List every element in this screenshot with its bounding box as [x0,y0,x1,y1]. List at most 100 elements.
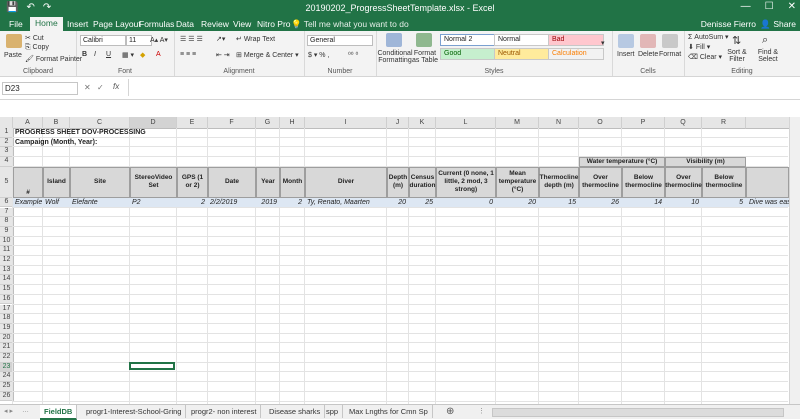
fill-color-icon[interactable]: ◆ [140,51,145,59]
horizontal-scrollbar[interactable] [492,408,784,417]
delete-cells-button[interactable]: Delete [638,51,658,58]
cut-button[interactable]: ✂ Cut [25,34,44,42]
paste-button[interactable]: Paste [4,52,22,59]
number-group: General $ ▾ % , ⁰⁰ ⁰ Number [304,31,377,76]
sheet-tab-progr2[interactable]: progr2- non interest [187,405,262,418]
style-bad[interactable]: Bad [548,34,604,46]
delete-cells-icon[interactable] [640,34,656,48]
align-top-icon[interactable]: ☰ ☰ ☰ [180,35,203,43]
sheet-nav-icon[interactable]: ◂ ▸ [4,407,13,415]
italic-button[interactable]: I [94,51,96,58]
sheet-tab-progr1[interactable]: progr1-Interest-School-Gring [82,405,187,418]
format-as-table-icon[interactable] [416,33,432,47]
campaign-label: Campaign (Month, Year): [15,138,98,146]
autosum-button[interactable]: Σ AutoSum ▾ [688,33,729,41]
style-normal[interactable]: Normal [494,34,550,46]
currency-icon[interactable]: $ ▾ % , [308,51,329,59]
column-header[interactable]: C [70,117,130,129]
column-header[interactable]: J [387,117,409,129]
font-size-select[interactable]: 11 [126,35,152,46]
number-format-select[interactable]: General [307,35,373,46]
column-header[interactable]: K [409,117,436,129]
style-normal2[interactable]: Normal 2 [440,34,496,46]
column-title: Current (0 none, 1 little, 2 mod, 3 stro… [436,166,496,198]
column-header[interactable]: N [539,117,579,129]
formula-input[interactable] [128,79,799,96]
column-title: Year [256,166,280,198]
tell-me-box[interactable]: 💡 Tell me what you want to do [291,19,409,30]
maximize-icon[interactable]: ☐ [765,1,774,12]
tab-nitro-pro[interactable]: Nitro Pro [252,18,296,30]
column-header[interactable]: H [280,117,305,129]
enter-icon[interactable]: ✓ [97,83,104,92]
paste-icon[interactable] [6,34,22,48]
align-left-icon[interactable]: ≡ ≡ ≡ [180,51,196,58]
find-select-icon[interactable]: ⌕ [762,34,768,47]
decimal-icon[interactable]: ⁰⁰ ⁰ [348,51,358,59]
font-name-select[interactable]: Calibri [80,35,126,46]
name-box[interactable]: D23 [2,82,78,95]
copy-button[interactable]: ⎘ Copy [25,44,49,52]
fill-button[interactable]: ⬇ Fill ▾ [688,43,710,51]
column-header[interactable]: L [436,117,496,129]
merge-center-button[interactable]: ⊞ Merge & Center ▾ [236,51,299,59]
column-title: Diver [305,166,387,198]
sheet-more-icon[interactable]: … [22,407,29,414]
sheet-tab-spp[interactable]: spp [322,405,344,418]
find-select-button[interactable]: Find & Select [752,49,784,63]
vertical-scrollbar[interactable] [789,117,800,404]
tab-data[interactable]: Data [171,18,199,30]
example-cell: 10 [691,198,699,206]
column-header[interactable]: A [13,117,43,129]
orientation-icon[interactable]: ↗▾ [216,35,225,43]
close-icon[interactable]: ✕ [788,1,796,12]
font-color-icon[interactable]: A [156,51,161,58]
format-cells-icon[interactable] [662,34,678,48]
function-icon[interactable]: fx [113,82,119,91]
column-header[interactable]: D [130,117,177,129]
format-cells-button[interactable]: Format [659,51,681,58]
autosum-label: AutoSum [694,34,724,41]
column-header[interactable]: O [579,117,622,129]
wrap-text-button[interactable]: ↵ Wrap Text [236,35,275,43]
column-header[interactable]: Q [665,117,702,129]
styles-more-icon[interactable]: ▾ [601,39,605,47]
add-sheet-icon[interactable]: ⊕ [446,406,454,417]
share-button[interactable]: 👤 Share [760,19,796,30]
tab-file[interactable]: File [4,18,28,30]
column-header[interactable]: G [256,117,280,129]
column-header[interactable]: R [702,117,746,129]
column-header[interactable]: I [305,117,387,129]
column-header[interactable]: B [43,117,70,129]
bold-button[interactable]: B [82,51,87,58]
sort-filter-icon[interactable]: ⇅ [732,34,741,47]
minimize-icon[interactable]: — [741,1,751,12]
insert-cells-button[interactable]: Insert [617,51,635,58]
conditional-formatting-icon[interactable] [386,33,402,47]
style-calculation[interactable]: Calculation [548,48,604,60]
column-title: Thermocline depth (m) [539,166,579,198]
sheet-tab-disease-sharks[interactable]: Disease sharks [265,405,326,418]
selected-cell-d23[interactable] [129,361,175,371]
column-header[interactable]: E [177,117,208,129]
insert-cells-icon[interactable] [618,34,634,48]
example-cell: 5 [739,198,743,206]
column-header[interactable]: F [208,117,256,129]
user-name[interactable]: Denisse Fierro [701,19,756,29]
clear-button[interactable]: ⌫ Clear ▾ [688,53,722,61]
window-title: 20190202_ProgressSheetTemplate.xlsx - Ex… [305,3,495,13]
underline-button[interactable]: U [106,51,111,58]
borders-icon[interactable]: ▦ ▾ [122,51,134,59]
cancel-icon[interactable]: ✕ [84,83,91,92]
format-as-table-button[interactable]: Format as Table [410,50,440,64]
column-header[interactable]: M [496,117,539,129]
sheet-tab-max-lengths[interactable]: Max Lngths for Cmn Sp [345,405,433,418]
sort-filter-button[interactable]: Sort & Filter [724,49,750,63]
font-grow-icon[interactable]: A▴ A▾ [150,36,168,44]
style-neutral[interactable]: Neutral [494,48,550,60]
format-painter-button[interactable]: 🖌 Format Painter [25,55,82,63]
indent-icon[interactable]: ⇤ ⇥ [216,51,230,59]
style-good[interactable]: Good [440,48,496,60]
tell-me-text: Tell me what you want to do [303,19,409,29]
column-header[interactable]: P [622,117,665,129]
